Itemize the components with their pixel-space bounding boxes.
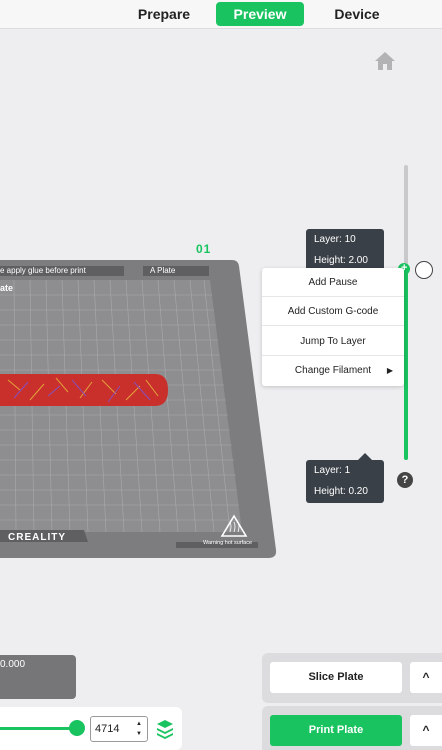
value-readout: 0.000 — [0, 655, 76, 699]
menu-jump-to-layer[interactable]: Jump To Layer — [262, 327, 404, 356]
horizontal-slider-track[interactable] — [0, 727, 78, 730]
slice-options-caret-button[interactable]: ^ — [410, 662, 442, 693]
plate-label: A Plate — [150, 266, 176, 275]
help-icon[interactable]: ? — [397, 472, 413, 488]
tab-prepare[interactable]: Prepare — [126, 2, 202, 26]
layer-context-menu: Add Pause Add Custom G-code Jump To Laye… — [262, 268, 404, 386]
print-options-caret-button[interactable]: ^ — [410, 715, 442, 746]
menu-add-custom-gcode[interactable]: Add Custom G-code — [262, 297, 404, 326]
value-readout-text: 0.000 — [0, 659, 26, 670]
top-layer-tooltip: Layer: 10 Height: 2.00 — [306, 229, 384, 272]
submenu-arrow-icon: ▶ — [386, 366, 393, 375]
stepper-arrows-icon[interactable]: ▲ ▼ — [136, 719, 142, 739]
layer-slider-fill — [404, 268, 408, 460]
brand-logo: CREALITY — [8, 532, 66, 543]
top-tab-bar: Prepare Preview Device — [0, 0, 442, 29]
tab-device[interactable]: Device — [322, 2, 392, 26]
layers-icon[interactable] — [156, 719, 174, 739]
top-layer-number: Layer: 10 — [314, 234, 356, 245]
menu-change-filament[interactable]: Change Filament ▶ — [262, 356, 404, 385]
plate-name: ate — [0, 283, 14, 293]
tab-preview[interactable]: Preview — [216, 2, 304, 26]
warning-text: Warning hot surface — [203, 540, 253, 546]
bottom-layer-tooltip: Layer: 1 Height: 0.20 — [306, 453, 384, 503]
layer-slider-top-handle[interactable] — [415, 261, 433, 279]
horizontal-slider-handle[interactable] — [69, 720, 85, 736]
build-plate — [0, 260, 277, 558]
slice-plate-button[interactable]: Slice Plate — [270, 662, 402, 693]
bottom-layer-height: Height: 0.20 — [314, 486, 368, 497]
print-plate-button[interactable]: Print Plate — [270, 715, 402, 746]
plate-number: 01 — [196, 242, 212, 256]
menu-change-filament-label: Change Filament — [294, 365, 372, 376]
bottom-layer-number: Layer: 1 — [314, 465, 351, 476]
menu-add-pause[interactable]: Add Pause — [262, 268, 404, 297]
home-icon[interactable] — [374, 51, 396, 71]
plate-note: e apply glue before print — [0, 266, 86, 275]
